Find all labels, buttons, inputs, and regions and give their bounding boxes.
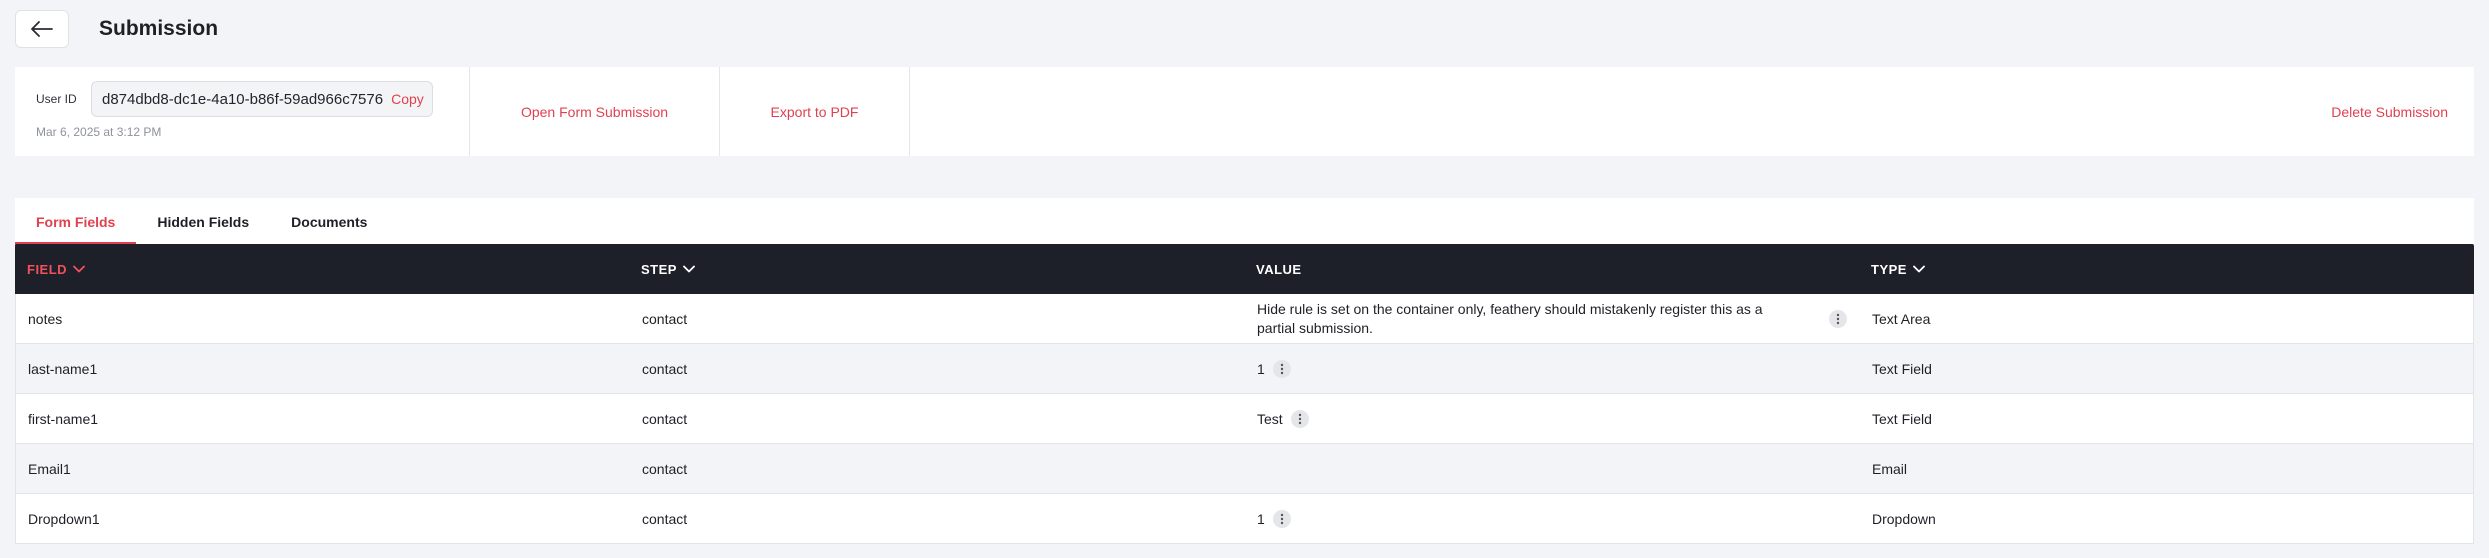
chevron-down-icon	[1913, 265, 1925, 273]
value-cell: Hide rule is set on the container only, …	[1257, 294, 1847, 344]
submission-info-panel: User ID d874dbd8-dc1e-4a10-b86f-59ad966c…	[15, 67, 2474, 156]
column-header-value: VALUE	[1256, 262, 1302, 277]
copy-button[interactable]: Copy	[391, 91, 424, 107]
tab-hidden-fields[interactable]: Hidden Fields	[136, 198, 270, 245]
type-name: Text Field	[1872, 361, 1932, 377]
more-vertical-icon	[1836, 313, 1840, 325]
user-info: User ID d874dbd8-dc1e-4a10-b86f-59ad966c…	[15, 67, 470, 156]
more-options-button[interactable]	[1272, 360, 1291, 378]
chevron-down-icon	[683, 265, 695, 273]
value-cell	[1257, 444, 1847, 494]
type-name: Text Area	[1872, 311, 1931, 327]
field-name: first-name1	[28, 411, 99, 427]
column-header-type[interactable]: TYPE	[1871, 262, 1925, 277]
type-name: Dropdown	[1872, 511, 1936, 527]
chevron-down-icon	[73, 265, 85, 273]
column-header-field[interactable]: FIELD	[27, 262, 85, 277]
step-name: contact	[642, 411, 688, 427]
user-id-box: d874dbd8-dc1e-4a10-b86f-59ad966c7576 Cop…	[91, 81, 433, 117]
type-name: Text Field	[1872, 411, 1932, 427]
value-text: 1	[1257, 360, 1265, 377]
fields-table: FIELD STEP VALUE TYPE notes contact Hide…	[15, 244, 2474, 544]
arrow-left-icon	[31, 21, 53, 37]
table-row: Dropdown1 contact 1 Dropdown	[15, 494, 2474, 544]
open-form-submission-button[interactable]: Open Form Submission	[470, 67, 720, 156]
table-row: Email1 contact Email	[15, 444, 2474, 494]
step-name: contact	[642, 311, 688, 327]
value-cell: 1	[1257, 494, 1847, 544]
value-text: Test	[1257, 410, 1283, 427]
table-row: last-name1 contact 1 Text Field	[15, 344, 2474, 394]
column-header-field-label: FIELD	[27, 261, 68, 277]
user-id-row: User ID d874dbd8-dc1e-4a10-b86f-59ad966c…	[36, 81, 469, 117]
table-header: FIELD STEP VALUE TYPE	[15, 244, 2474, 294]
submission-date: Mar 6, 2025 at 3:12 PM	[36, 125, 162, 139]
tab-form-fields[interactable]: Form Fields	[15, 198, 137, 245]
value-cell: 1	[1257, 344, 1847, 394]
column-header-value-label: VALUE	[1256, 261, 1302, 277]
step-name: contact	[642, 511, 688, 527]
back-button[interactable]	[15, 10, 69, 48]
field-name: last-name1	[28, 361, 98, 377]
more-options-button[interactable]	[1290, 410, 1309, 428]
value-text: 1	[1257, 510, 1265, 527]
type-name: Email	[1872, 461, 1908, 477]
user-id-label: User ID	[36, 92, 77, 106]
more-vertical-icon	[1280, 513, 1283, 525]
more-vertical-icon	[1298, 413, 1301, 425]
field-name: Email1	[28, 461, 71, 477]
step-name: contact	[642, 461, 688, 477]
tabs: Form Fields Hidden Fields Documents	[15, 198, 2474, 245]
field-name: notes	[28, 311, 63, 327]
export-to-pdf-button[interactable]: Export to PDF	[720, 67, 910, 156]
tab-documents[interactable]: Documents	[270, 198, 388, 245]
more-options-button[interactable]	[1272, 510, 1291, 528]
delete-submission-button[interactable]: Delete Submission	[2314, 67, 2474, 156]
user-id-value: d874dbd8-dc1e-4a10-b86f-59ad966c7576	[102, 90, 384, 108]
value-cell: Test	[1257, 394, 1847, 444]
column-header-step-label: STEP	[641, 261, 677, 277]
value-text: Hide rule is set on the container only, …	[1257, 301, 1763, 336]
column-header-step[interactable]: STEP	[641, 262, 695, 277]
page-title: Submission	[99, 17, 219, 40]
column-header-type-label: TYPE	[1871, 261, 1907, 277]
field-name: Dropdown1	[28, 511, 100, 527]
step-name: contact	[642, 361, 688, 377]
top-bar: Submission	[15, 10, 218, 48]
table-row: first-name1 contact Test Text Field	[15, 394, 2474, 444]
more-options-button[interactable]	[1829, 310, 1847, 328]
table-row: notes contact Hide rule is set on the co…	[15, 294, 2474, 344]
more-vertical-icon	[1280, 363, 1283, 375]
